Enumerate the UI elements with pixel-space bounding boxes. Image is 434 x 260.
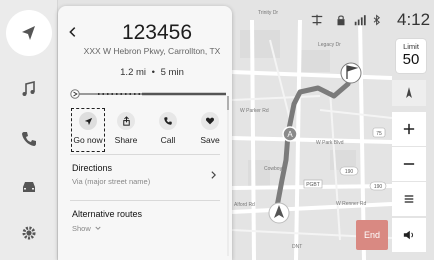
waypoint-letter: A xyxy=(287,130,293,139)
directions-subtitle: Via (major street name) xyxy=(72,177,151,186)
bluetooth-icon xyxy=(373,14,380,26)
navigate-icon xyxy=(84,117,92,125)
destination-panel: 123456 XXX W Hebron Pkwy, Carrollton, TX… xyxy=(58,6,232,260)
vehicle-position-icon xyxy=(268,202,290,224)
shield-190-a: 190 xyxy=(345,169,354,175)
map-label-cowboy: Cowboy xyxy=(264,166,283,172)
navigation-rail-button[interactable] xyxy=(6,10,52,56)
divider xyxy=(70,154,220,155)
left-rail xyxy=(0,0,58,260)
car-icon xyxy=(23,182,35,192)
zoom-in-button[interactable] xyxy=(392,112,426,146)
trip-duration: 5 min xyxy=(160,67,184,78)
trip-separator: • xyxy=(151,67,155,78)
save-button[interactable]: Save xyxy=(192,108,228,152)
status-bar xyxy=(308,12,383,28)
scrollbar-thumb[interactable] xyxy=(227,96,229,110)
phone-rail-button[interactable] xyxy=(6,116,52,162)
chevron-right-icon xyxy=(210,169,217,183)
music-note-icon xyxy=(22,80,35,96)
map-label-wparker: W Parker Rd xyxy=(240,108,269,114)
gear-icon xyxy=(22,226,36,240)
directions-title: Directions xyxy=(72,163,113,173)
destination-flag-icon[interactable] xyxy=(340,62,362,84)
speed-limit-label: Limit xyxy=(403,42,419,51)
action-row: Go now Share Call Save xyxy=(70,108,226,152)
minus-icon xyxy=(403,163,415,165)
phone-icon xyxy=(164,117,172,125)
destination-address: XXX W Hebron Pkwy, Carrollton, TX xyxy=(83,46,221,56)
navigation-arrow-icon xyxy=(22,26,35,40)
zoom-out-button[interactable] xyxy=(392,147,426,181)
share-button[interactable]: Share xyxy=(108,108,144,152)
map-label-alford: Alford Rd xyxy=(234,202,255,208)
signal-strength-icon xyxy=(354,15,366,26)
trip-summary: 1.2 mi • 5 min xyxy=(58,67,232,78)
trip-progress-bar xyxy=(70,89,226,99)
menu-icon xyxy=(404,195,414,203)
phone-icon xyxy=(22,132,36,146)
map-label-wpark: W Park Blvd xyxy=(316,140,344,146)
scrollbar-track[interactable] xyxy=(227,96,229,256)
shield-190-b: 190 xyxy=(374,184,383,190)
toll-road-icon xyxy=(311,14,323,26)
shield-75: 75 xyxy=(376,131,382,137)
heart-icon xyxy=(205,117,215,125)
trip-distance: 1.2 mi xyxy=(120,67,147,78)
divider xyxy=(70,200,220,201)
speaker-icon xyxy=(403,230,414,240)
share-icon xyxy=(122,115,130,126)
map-label-legacy: Legacy Dr xyxy=(318,42,341,48)
call-button[interactable]: Call xyxy=(150,108,186,152)
map-label-top: Trinity Dr xyxy=(258,10,278,16)
alternative-routes-toggle[interactable]: Show xyxy=(72,224,101,233)
end-route-button[interactable]: End xyxy=(356,220,388,250)
lock-icon xyxy=(337,15,345,26)
compass-button[interactable] xyxy=(392,80,426,106)
chevron-down-icon xyxy=(95,226,101,230)
plus-icon xyxy=(403,123,415,135)
speed-limit-value: 50 xyxy=(402,51,420,68)
volume-button[interactable] xyxy=(392,218,426,252)
vehicle-rail-button[interactable] xyxy=(6,164,52,210)
map-label-wrenner: W Renner Rd xyxy=(336,201,367,207)
go-now-button[interactable]: Go now xyxy=(70,108,106,152)
speed-limit-sign: Limit 50 xyxy=(396,39,426,73)
destination-title: 123456 xyxy=(121,21,193,44)
music-rail-button[interactable] xyxy=(6,66,52,112)
shield-pgbt: PGBT xyxy=(306,182,320,188)
settings-rail-button[interactable] xyxy=(6,210,52,256)
map-label-dnt: DNT xyxy=(292,244,302,250)
alternative-routes-title: Alternative routes xyxy=(72,209,143,219)
menu-button[interactable] xyxy=(392,182,426,216)
clock: 4:12 xyxy=(397,10,431,29)
compass-icon xyxy=(406,87,412,98)
